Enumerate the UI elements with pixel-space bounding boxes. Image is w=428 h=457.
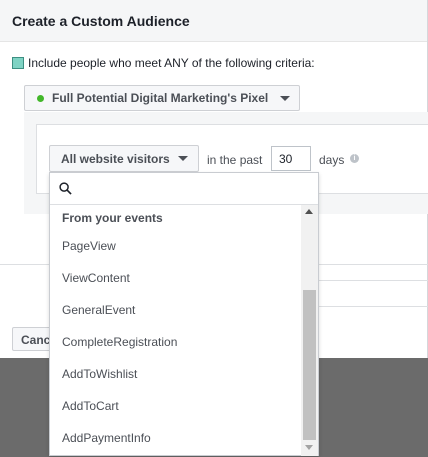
visitors-dropdown-button[interactable]: All website visitors	[49, 145, 199, 172]
dialog-title: Create a Custom Audience	[12, 13, 190, 29]
divider	[318, 306, 428, 307]
dialog-header: Create a Custom Audience	[0, 0, 427, 42]
info-icon[interactable]: i	[350, 154, 359, 163]
dropdown-search[interactable]	[50, 173, 318, 205]
caret-down-icon	[280, 95, 291, 101]
caret-down-icon	[177, 156, 188, 161]
event-dropdown-menu: From your events PageView ViewContent Ge…	[49, 172, 319, 456]
event-list: From your events PageView ViewContent Ge…	[50, 205, 302, 453]
event-item[interactable]: ViewContent	[50, 261, 302, 293]
scroll-down-icon[interactable]	[305, 445, 313, 450]
dropdown-scrollbar[interactable]	[301, 205, 318, 456]
criteria-line: Include people who meet ANY of the follo…	[12, 56, 315, 70]
scroll-up-icon[interactable]	[305, 209, 313, 214]
visitors-label: All website visitors	[61, 151, 170, 166]
event-item[interactable]: AddToCart	[50, 389, 302, 421]
event-item[interactable]: GeneralEvent	[50, 293, 302, 325]
event-list-header: From your events	[62, 211, 163, 225]
pixel-selector-button[interactable]: Full Potential Digital Marketing's Pixel	[24, 85, 300, 111]
in-the-past-label: in the past	[207, 153, 263, 167]
days-label: days	[319, 153, 345, 167]
search-icon	[59, 182, 72, 195]
event-item[interactable]: PageView	[50, 229, 302, 261]
scrollbar-thumb[interactable]	[303, 290, 316, 440]
pixel-name: Full Potential Digital Marketing's Pixel	[52, 91, 269, 105]
pixel-status-dot	[37, 94, 44, 102]
divider	[318, 280, 428, 281]
criteria-text: Include people who meet ANY of the follo…	[28, 56, 315, 70]
event-item[interactable]: AddPaymentInfo	[50, 421, 302, 453]
criteria-checkbox[interactable]	[12, 57, 24, 69]
event-item[interactable]: CompleteRegistration	[50, 325, 302, 357]
days-input[interactable]	[271, 146, 311, 171]
event-item[interactable]: AddToWishlist	[50, 357, 302, 389]
